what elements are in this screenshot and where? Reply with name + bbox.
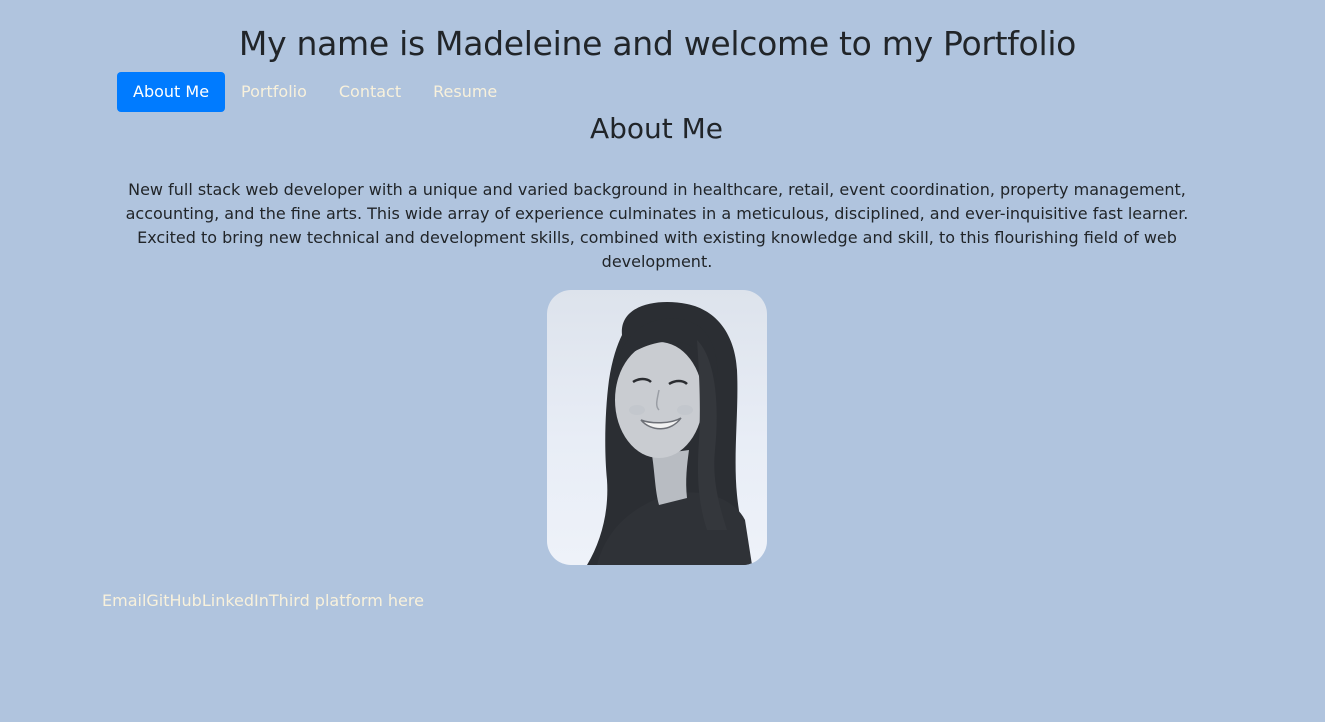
profile-photo [547, 290, 767, 565]
nav-portfolio[interactable]: Portfolio [225, 72, 323, 112]
nav-about-me[interactable]: About Me [117, 72, 226, 112]
email-link[interactable]: Email [102, 590, 146, 612]
main-nav: About Me Portfolio Contact Resume [117, 72, 513, 112]
nav-resume[interactable]: Resume [417, 72, 513, 112]
footer-links: Email GitHub LinkedIn Third platform her… [102, 590, 424, 612]
about-heading: About Me [589, 112, 724, 145]
about-bio: New full stack web developer with a uniq… [125, 180, 1189, 271]
page-title: My name is Madeleine and welcome to my P… [238, 24, 1077, 63]
github-link[interactable]: GitHub [146, 590, 201, 612]
third-platform-link[interactable]: Third platform here [269, 590, 424, 612]
nav-contact[interactable]: Contact [323, 72, 417, 112]
linkedin-link[interactable]: LinkedIn [202, 590, 269, 612]
